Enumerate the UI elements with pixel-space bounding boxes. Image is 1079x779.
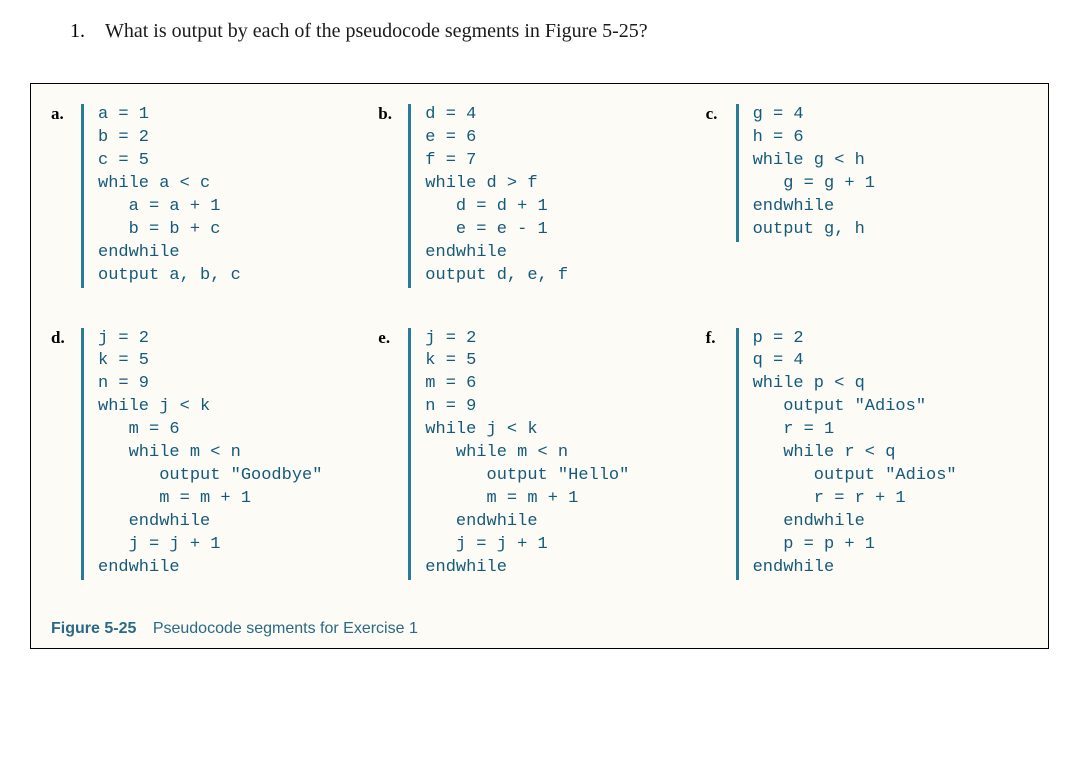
code-d: j = 2 k = 5 n = 9 while j < k m = 6 whil…: [81, 328, 322, 580]
segment-d: d. j = 2 k = 5 n = 9 while j < k m = 6 w…: [51, 328, 373, 580]
code-a: a = 1 b = 2 c = 5 while a < c a = a + 1 …: [81, 104, 241, 288]
segment-label-d: d.: [51, 328, 71, 348]
segment-c: c. g = 4 h = 6 while g < h g = g + 1 end…: [706, 104, 1028, 288]
question-prompt: 1. What is output by each of the pseudoc…: [30, 20, 1049, 43]
segment-label-e: e.: [378, 328, 398, 348]
code-f: p = 2 q = 4 while p < q output "Adios" r…: [736, 328, 957, 580]
question-number: 1.: [70, 20, 85, 43]
segment-e: e. j = 2 k = 5 m = 6 n = 9 while j < k w…: [378, 328, 700, 580]
figure-description: Pseudocode segments for Exercise 1: [153, 620, 418, 637]
code-b: d = 4 e = 6 f = 7 while d > f d = d + 1 …: [408, 104, 568, 288]
code-e: j = 2 k = 5 m = 6 n = 9 while j < k whil…: [408, 328, 629, 580]
figure-caption: Figure 5-25 Pseudocode segments for Exer…: [51, 620, 1028, 638]
row-2: d. j = 2 k = 5 n = 9 while j < k m = 6 w…: [51, 328, 1028, 580]
segment-label-f: f.: [706, 328, 726, 348]
figure-label: Figure 5-25: [51, 620, 136, 637]
row-1: a. a = 1 b = 2 c = 5 while a < c a = a +…: [51, 104, 1028, 288]
segment-b: b. d = 4 e = 6 f = 7 while d > f d = d +…: [378, 104, 700, 288]
segment-f: f. p = 2 q = 4 while p < q output "Adios…: [706, 328, 1028, 580]
figure-box: a. a = 1 b = 2 c = 5 while a < c a = a +…: [30, 83, 1049, 649]
segment-label-c: c.: [706, 104, 726, 124]
segment-label-a: a.: [51, 104, 71, 124]
question-text: What is output by each of the pseudocode…: [105, 20, 648, 43]
segment-a: a. a = 1 b = 2 c = 5 while a < c a = a +…: [51, 104, 373, 288]
segment-label-b: b.: [378, 104, 398, 124]
code-c: g = 4 h = 6 while g < h g = g + 1 endwhi…: [736, 104, 875, 242]
